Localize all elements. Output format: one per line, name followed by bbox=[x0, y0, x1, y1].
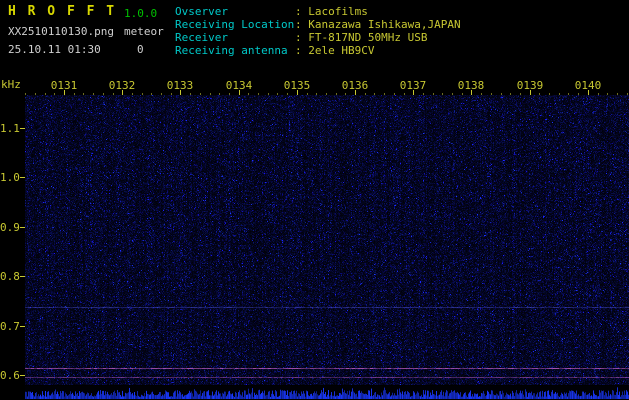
y-axis-tick bbox=[20, 276, 25, 277]
info-value-antenna: : 2ele HB9CV bbox=[295, 44, 374, 57]
info-row-observer: Ovserver: Lacofilms bbox=[175, 6, 368, 18]
x-axis-minor-tick bbox=[394, 93, 395, 95]
app-title: H R O F F T bbox=[8, 6, 116, 18]
x-axis-minor-tick bbox=[103, 93, 104, 95]
x-axis-tick bbox=[413, 90, 414, 95]
info-row-receiver: Receiver: FT-817ND 50MHz USB bbox=[175, 32, 427, 44]
info-row-location: Receiving Location: Kanazawa Ishikawa,JA… bbox=[175, 19, 461, 31]
hrofft-window: H R O F F T 1.0.0 XX2510110130.png meteo… bbox=[0, 0, 629, 400]
y-axis-tick-label: 0.6 bbox=[0, 369, 19, 382]
x-axis-minor-tick bbox=[617, 93, 618, 95]
x-axis-minor-tick bbox=[277, 93, 278, 95]
x-axis-minor-tick bbox=[248, 93, 249, 95]
x-axis-tick bbox=[355, 90, 356, 95]
x-axis-minor-tick bbox=[462, 93, 463, 95]
x-axis-minor-tick bbox=[83, 93, 84, 95]
x-axis-minor-tick bbox=[491, 93, 492, 95]
x-axis-minor-tick bbox=[200, 93, 201, 95]
x-axis-minor-tick bbox=[423, 93, 424, 95]
x-axis-minor-tick bbox=[539, 93, 540, 95]
observation-datetime: 25.10.11 01:30 bbox=[8, 44, 101, 56]
x-axis-minor-tick bbox=[384, 93, 385, 95]
x-axis-minor-tick bbox=[268, 93, 269, 95]
y-axis-unit: kHz bbox=[1, 78, 21, 91]
x-axis-tick bbox=[471, 90, 472, 95]
x-axis-tick bbox=[530, 90, 531, 95]
x-axis-minor-tick bbox=[578, 93, 579, 95]
info-row-antenna: Receiving antenna: 2ele HB9CV bbox=[175, 45, 374, 57]
output-filename: XX2510110130.png bbox=[8, 26, 114, 38]
x-axis-tick bbox=[588, 90, 589, 95]
signal-level-strip-canvas bbox=[25, 386, 629, 399]
x-axis-minor-tick bbox=[210, 93, 211, 95]
info-value-receiver: : FT-817ND 50MHz USB bbox=[295, 31, 427, 44]
x-axis-minor-tick bbox=[345, 93, 346, 95]
info-label-receiver: Receiver bbox=[175, 32, 295, 44]
x-axis-minor-tick bbox=[316, 93, 317, 95]
x-axis-minor-tick bbox=[229, 93, 230, 95]
x-axis-minor-tick bbox=[258, 93, 259, 95]
y-axis-tick bbox=[20, 326, 25, 327]
y-axis-tick bbox=[20, 227, 25, 228]
x-axis-minor-tick bbox=[287, 93, 288, 95]
observation-mode: meteor bbox=[124, 26, 164, 38]
y-axis-tick bbox=[20, 128, 25, 129]
x-axis-minor-tick bbox=[607, 93, 608, 95]
x-axis-minor-tick bbox=[433, 93, 434, 95]
x-axis-minor-tick bbox=[559, 93, 560, 95]
x-axis-minor-tick bbox=[35, 93, 36, 95]
y-axis-tick bbox=[20, 375, 25, 376]
x-axis-minor-tick bbox=[481, 93, 482, 95]
y-axis-tick-label: 1.1 bbox=[0, 122, 19, 135]
spectrogram-canvas bbox=[25, 95, 629, 385]
info-label-antenna: Receiving antenna bbox=[175, 45, 295, 57]
x-axis-minor-tick bbox=[25, 93, 26, 95]
x-axis-minor-tick bbox=[54, 93, 55, 95]
info-value-observer: : Lacofilms bbox=[295, 5, 368, 18]
x-axis-minor-tick bbox=[74, 93, 75, 95]
x-axis-minor-tick bbox=[520, 93, 521, 95]
x-axis-minor-tick bbox=[307, 93, 308, 95]
x-axis-tick bbox=[297, 90, 298, 95]
info-label-location: Receiving Location bbox=[175, 19, 295, 31]
y-axis-tick-label: 1.0 bbox=[0, 171, 19, 184]
echo-count: 0 bbox=[137, 44, 144, 56]
x-axis-minor-tick bbox=[374, 93, 375, 95]
info-value-location: : Kanazawa Ishikawa,JAPAN bbox=[295, 18, 461, 31]
x-axis-minor-tick bbox=[151, 93, 152, 95]
x-axis-minor-tick bbox=[442, 93, 443, 95]
x-axis-minor-tick bbox=[93, 93, 94, 95]
x-axis-minor-tick bbox=[452, 93, 453, 95]
y-axis-tick-label: 0.7 bbox=[0, 320, 19, 333]
x-axis-minor-tick bbox=[404, 93, 405, 95]
x-axis-minor-tick bbox=[501, 93, 502, 95]
x-axis-minor-tick bbox=[45, 93, 46, 95]
x-axis-tick bbox=[64, 90, 65, 95]
x-axis-minor-tick bbox=[219, 93, 220, 95]
x-axis-minor-tick bbox=[326, 93, 327, 95]
x-axis-minor-tick bbox=[365, 93, 366, 95]
x-axis-minor-tick bbox=[113, 93, 114, 95]
x-axis-tick bbox=[122, 90, 123, 95]
x-axis-minor-tick bbox=[568, 93, 569, 95]
x-axis-tick bbox=[239, 90, 240, 95]
x-axis-minor-tick bbox=[598, 93, 599, 95]
x-axis-minor-tick bbox=[549, 93, 550, 95]
y-axis-tick bbox=[20, 177, 25, 178]
y-axis-tick-label: 0.9 bbox=[0, 221, 19, 234]
x-axis-minor-tick bbox=[142, 93, 143, 95]
x-axis-tick bbox=[180, 90, 181, 95]
x-axis-minor-tick bbox=[627, 93, 628, 95]
x-axis-minor-tick bbox=[161, 93, 162, 95]
x-axis-minor-tick bbox=[171, 93, 172, 95]
x-axis-minor-tick bbox=[190, 93, 191, 95]
app-version: 1.0.0 bbox=[124, 8, 157, 20]
info-label-observer: Ovserver bbox=[175, 6, 295, 18]
x-axis-minor-tick bbox=[336, 93, 337, 95]
x-axis-minor-tick bbox=[510, 93, 511, 95]
y-axis-tick-label: 0.8 bbox=[0, 270, 19, 283]
x-axis-minor-tick bbox=[132, 93, 133, 95]
